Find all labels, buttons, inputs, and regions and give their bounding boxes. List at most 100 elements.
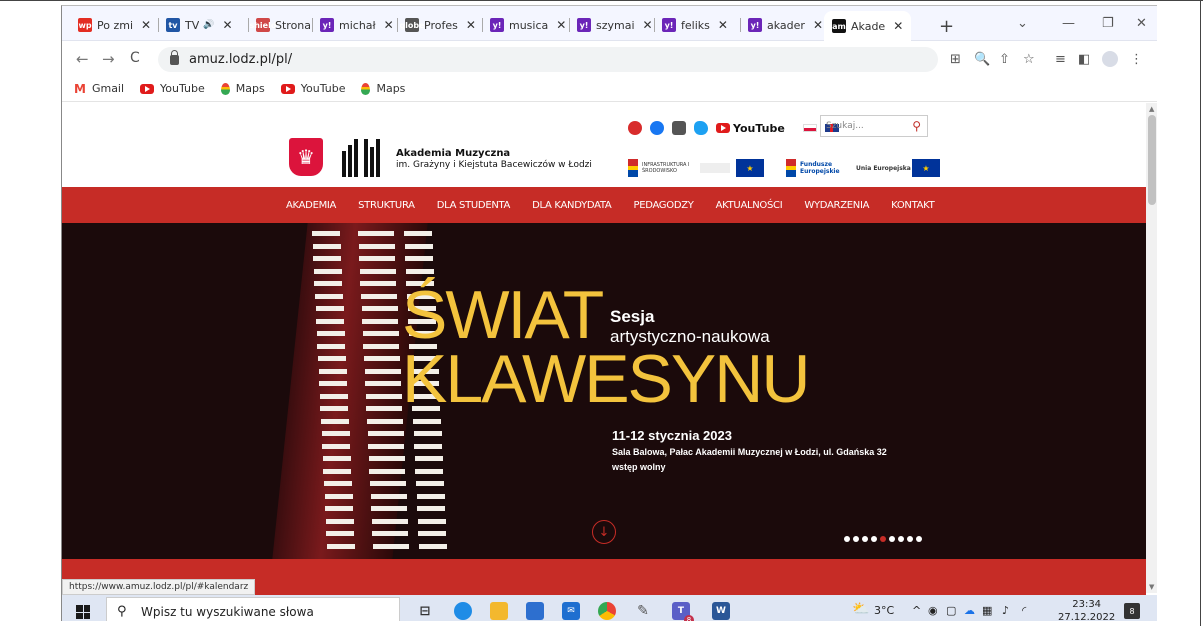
tab-8[interactable]: y! feliks ✕ — [662, 14, 728, 36]
scroll-up-icon[interactable]: ▲ — [1149, 105, 1154, 113]
menu-item-6[interactable]: AKTUALNOŚCI — [716, 200, 783, 211]
chrome-icon[interactable] — [598, 602, 616, 620]
scrollbar-thumb[interactable] — [1148, 115, 1156, 205]
slider-dot-2[interactable] — [853, 536, 859, 542]
bookmark-star-icon[interactable]: ☆ — [1023, 52, 1035, 67]
notification-icon[interactable]: 8 — [1124, 603, 1140, 619]
page-scrollbar[interactable]: ▲ ▼ — [1146, 103, 1157, 593]
slider-dot-1[interactable] — [844, 536, 850, 542]
side-panel-icon[interactable]: ◧ — [1078, 52, 1090, 67]
share-icon[interactable]: ⇧ — [999, 52, 1010, 67]
reload-button[interactable]: C — [130, 50, 140, 66]
hero-banner[interactable]: ŚWIAT KLAWESYNU Sesja artystyczno-naukow… — [62, 223, 1146, 559]
slider-dot-9[interactable] — [916, 536, 922, 542]
edge-icon[interactable] — [454, 602, 472, 620]
eu-logo-fundusze[interactable]: Fundusze Europejskie Unia Europejska ★ — [786, 157, 940, 179]
volume-icon[interactable]: ♪ — [1002, 604, 1009, 617]
site-search-input[interactable]: Szukaj... ⚲ — [820, 115, 928, 137]
am-logo-icon[interactable] — [342, 139, 390, 177]
menu-item-4[interactable]: DLA KANDYDATA — [532, 200, 612, 211]
tab-6[interactable]: y! musica ✕ — [490, 14, 566, 36]
tab-close-icon[interactable]: ✕ — [141, 18, 151, 32]
eagle-emblem-icon[interactable]: ♛ — [289, 138, 323, 176]
search-icon[interactable]: ⚲ — [912, 119, 921, 133]
taskbar-search-input[interactable]: ⚲ Wpisz tu wyszukiwane słowa — [106, 597, 400, 621]
restore-button[interactable]: ❐ — [1102, 16, 1114, 31]
task-view-icon[interactable]: ⊟ — [416, 602, 434, 620]
tab-search-icon[interactable]: ⌄ — [1017, 16, 1028, 31]
mail-icon[interactable]: ✉ — [562, 602, 580, 620]
bookmark-maps-5[interactable]: Maps — [361, 82, 405, 95]
profile-avatar[interactable] — [1102, 51, 1118, 67]
slider-dot-6[interactable] — [889, 536, 895, 542]
lock-icon[interactable] — [170, 49, 179, 65]
social-icon-1[interactable] — [628, 121, 642, 135]
tab-10[interactable]: am Akade ✕ — [824, 11, 912, 41]
tray-overflow-icon[interactable]: ^ — [912, 604, 921, 617]
slider-dot-5[interactable] — [880, 536, 886, 542]
tab-9[interactable]: y! akader ✕ — [748, 14, 823, 36]
reading-list-icon[interactable]: ≡ — [1055, 52, 1066, 67]
tab-audio-icon[interactable]: 🔊 — [203, 20, 214, 30]
youtube-link[interactable]: YouTube — [716, 122, 785, 135]
forward-button[interactable]: → — [102, 50, 115, 68]
menu-item-5[interactable]: PEDAGODZY — [633, 200, 693, 211]
translate-icon[interactable]: ⊞ — [950, 52, 961, 67]
facebook-icon[interactable] — [650, 121, 664, 135]
weather-icon[interactable]: ⛅ — [852, 601, 869, 617]
tab-7[interactable]: y! szymai ✕ — [577, 14, 653, 36]
tab-close-icon[interactable]: ✕ — [556, 18, 566, 32]
slider-dot-7[interactable] — [898, 536, 904, 542]
tab-close-icon[interactable]: ✕ — [643, 18, 653, 32]
tab-4[interactable]: y! michał ✕ — [320, 14, 394, 36]
menu-item-1[interactable]: AKADEMIA — [286, 200, 336, 211]
windows-start-icon[interactable] — [76, 605, 90, 619]
menu-item-3[interactable]: DLA STUDENTA — [437, 200, 511, 211]
word-icon[interactable]: W — [712, 602, 730, 620]
slider-dot-8[interactable] — [907, 536, 913, 542]
slider-dot-4[interactable] — [871, 536, 877, 542]
tray-device-icon[interactable]: ▢ — [946, 604, 956, 617]
eu-logo-infrastruktura[interactable]: INFRASTRUKTURA I ŚRODOWISKO ★ — [628, 157, 764, 179]
new-tab-button[interactable]: + — [939, 16, 954, 37]
logo-subtitle[interactable]: im. Grażyny i Kiejstuta Bacewiczów w Łod… — [396, 160, 592, 170]
clock[interactable]: 23:34 27.12.2022 — [1058, 598, 1115, 621]
slider-dot-3[interactable] — [862, 536, 868, 542]
tab-2[interactable]: tv TV 🔊 ✕ — [166, 14, 233, 36]
address-bar[interactable]: amuz.lodz.pl/pl/ — [158, 47, 938, 72]
tab-close-icon[interactable]: ✕ — [384, 18, 394, 32]
twitter-icon[interactable] — [694, 121, 708, 135]
instagram-icon[interactable] — [672, 121, 686, 135]
store-icon[interactable] — [526, 602, 544, 620]
paint-icon[interactable]: ✎ — [634, 602, 652, 620]
tab-3[interactable]: shieldStrona✕ — [249, 14, 329, 36]
menu-icon[interactable]: ⋮ — [1130, 52, 1143, 67]
bookmark-youtube-4[interactable]: YouTube — [280, 82, 345, 95]
temperature-label[interactable]: 3°C — [874, 604, 894, 617]
bookmark-gmail-1[interactable]: M Gmail — [74, 82, 124, 96]
tab-1[interactable]: wp Po zmi ✕ — [78, 14, 151, 36]
menu-item-8[interactable]: KONTAKT — [891, 200, 935, 211]
scroll-down-icon[interactable]: ↓ — [592, 520, 616, 544]
bookmark-youtube-2[interactable]: YouTube — [140, 82, 205, 95]
tab-close-icon[interactable]: ✕ — [813, 18, 823, 32]
close-window-button[interactable]: ✕ — [1136, 16, 1147, 31]
back-button[interactable]: ← — [76, 50, 89, 68]
tab-close-icon[interactable]: ✕ — [893, 19, 903, 33]
tab-close-icon[interactable]: ✕ — [466, 18, 476, 32]
menu-item-7[interactable]: WYDARZENIA — [804, 200, 869, 211]
minimize-button[interactable]: — — [1062, 16, 1075, 31]
tab-5[interactable]: globe Profes ✕ — [399, 14, 476, 36]
network-icon[interactable]: ▦ — [982, 604, 992, 617]
onedrive-icon[interactable]: ☁ — [964, 604, 975, 617]
logo-title[interactable]: Akademia Muzyczna — [396, 148, 510, 159]
zoom-icon[interactable]: 🔍 — [974, 52, 990, 67]
wifi-icon[interactable]: ◜ — [1022, 604, 1026, 617]
file-explorer-icon[interactable] — [490, 602, 508, 620]
tab-close-icon[interactable]: ✕ — [718, 18, 728, 32]
polish-flag-icon[interactable] — [802, 124, 817, 132]
scroll-down-arrow-icon[interactable]: ▼ — [1149, 583, 1154, 591]
tray-app-icon[interactable]: ◉ — [928, 604, 938, 617]
menu-item-2[interactable]: STRUKTURA — [358, 200, 415, 211]
bookmark-maps-3[interactable]: Maps — [220, 82, 265, 95]
